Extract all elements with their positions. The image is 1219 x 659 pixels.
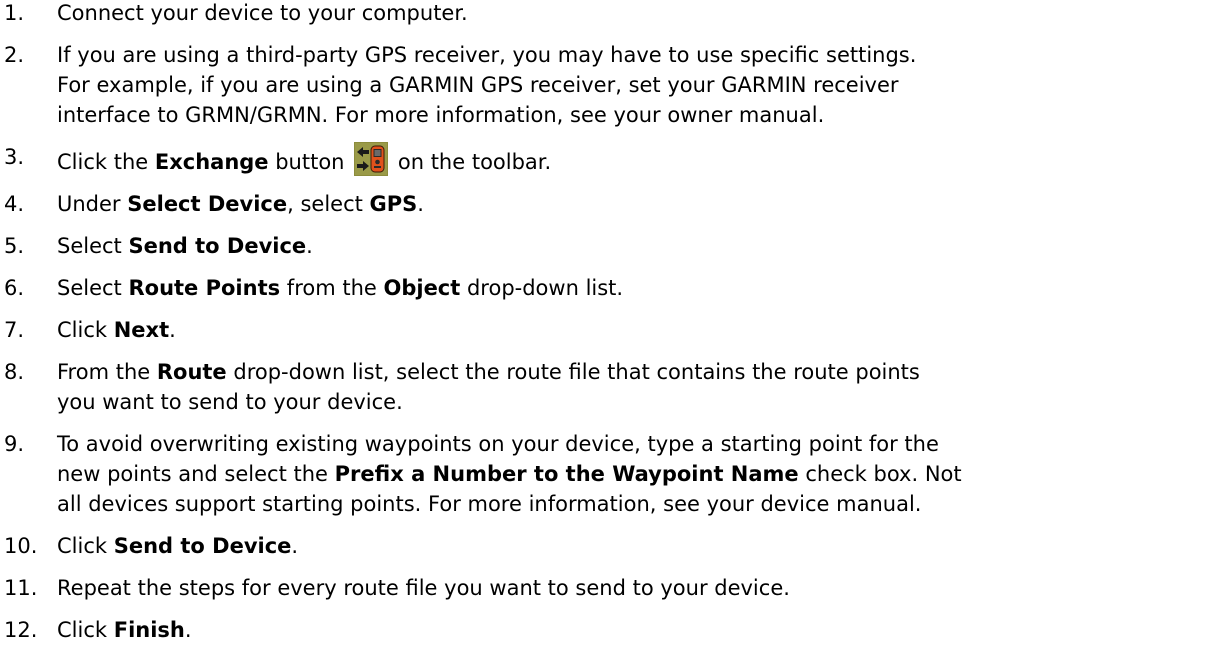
text-run: Under xyxy=(57,192,128,216)
text-run: from the xyxy=(280,276,384,300)
ui-term: Route Points xyxy=(128,276,281,300)
step-number: 9. xyxy=(4,432,25,456)
step-text: Click Finish. xyxy=(57,615,1219,645)
instruction-steps: 1. Connect your device to your computer.… xyxy=(0,0,1219,645)
step-9: 9. To avoid overwriting existing waypoin… xyxy=(0,429,1219,519)
step-line: For example, if you are using a GARMIN G… xyxy=(57,73,899,97)
step-line: Select Route Points from the Object drop… xyxy=(57,273,1199,303)
ui-term: Send to Device xyxy=(113,534,292,558)
step-3: 3. Click the Exchange button on the tool… xyxy=(0,142,1219,177)
step-number: 10. xyxy=(4,534,38,558)
text-run: Click the xyxy=(57,150,155,174)
text-run: To avoid overwriting existing waypoints … xyxy=(57,432,939,456)
step-line: Connect your device to your computer. xyxy=(57,1,468,25)
text-run: Click xyxy=(57,318,114,342)
step-line: Repeat the steps for every route file yo… xyxy=(57,573,1199,603)
step-number: 4. xyxy=(4,192,25,216)
step-line: To avoid overwriting existing waypoints … xyxy=(57,429,1199,459)
ui-term: Finish xyxy=(113,618,185,642)
step-line: If you are using a third-party GPS recei… xyxy=(57,43,917,67)
step-number: 12. xyxy=(4,618,38,642)
step-number: 7. xyxy=(4,318,25,342)
step-text: Connect your device to your computer. xyxy=(57,0,1219,28)
step-2: 2. If you are using a third-party GPS re… xyxy=(0,40,1219,130)
step-11: 11. Repeat the steps for every route fil… xyxy=(0,573,1219,603)
text-run: , select xyxy=(287,192,370,216)
step-number: 6. xyxy=(4,276,25,300)
text-run: . xyxy=(417,192,424,216)
text-run: on the toolbar. xyxy=(391,150,552,174)
step-number: 8. xyxy=(4,360,25,384)
step-line: you want to send to your device. xyxy=(57,387,1199,417)
step-text: Select Route Points from the Object drop… xyxy=(57,273,1219,303)
step-line: Click the Exchange button on the toolbar… xyxy=(57,142,1199,177)
ui-term: Select Device xyxy=(127,192,288,216)
text-run: drop-down list, select the route file th… xyxy=(226,360,920,384)
step-number: 11. xyxy=(4,576,38,600)
step-line: Under Select Device, select GPS. xyxy=(57,189,1199,219)
ui-term: Exchange xyxy=(154,150,269,174)
step-5: 5. Select Send to Device. xyxy=(0,231,1219,261)
text-run: . xyxy=(184,618,192,642)
text-run: new points and select the xyxy=(57,462,335,486)
text-run: Repeat the steps for every route file yo… xyxy=(57,576,790,600)
exchange-device-icon xyxy=(354,142,389,176)
text-run: button xyxy=(268,150,345,174)
text-run: check box. Not xyxy=(798,462,962,486)
step-text: Click the Exchange button on the toolbar… xyxy=(57,142,1219,177)
step-text: If you are using a third-party GPS recei… xyxy=(57,40,1219,130)
step-8: 8. From the Route drop-down list, select… xyxy=(0,357,1219,417)
ui-term: Next xyxy=(113,318,170,342)
text-run: From the xyxy=(57,360,157,384)
text-run: . xyxy=(291,534,299,558)
step-line: From the Route drop-down list, select th… xyxy=(57,357,1199,387)
step-line: Click Finish. xyxy=(57,615,1199,645)
step-4: 4. Under Select Device, select GPS. xyxy=(0,189,1219,219)
step-text: Repeat the steps for every route file yo… xyxy=(57,573,1219,603)
ui-term: Object xyxy=(383,276,461,300)
step-number: 2. xyxy=(4,43,25,67)
text-run: Select xyxy=(57,234,129,258)
step-7: 7. Click Next. xyxy=(0,315,1219,345)
step-text: To avoid overwriting existing waypoints … xyxy=(57,429,1219,519)
step-number: 5. xyxy=(4,234,25,258)
step-line: Click Send to Device. xyxy=(57,531,1199,561)
ui-term: Route xyxy=(156,360,227,384)
text-run: all devices support starting points. For… xyxy=(57,492,922,516)
ui-term: Send to Device xyxy=(128,234,307,258)
text-run: Click xyxy=(57,618,114,642)
step-line: Click Next. xyxy=(57,315,1199,345)
step-line: Select Send to Device. xyxy=(57,231,1199,261)
step-text: Under Select Device, select GPS. xyxy=(57,189,1219,219)
step-number: 1. xyxy=(4,1,25,25)
step-10: 10. Click Send to Device. xyxy=(0,531,1219,561)
text-run: drop-down list. xyxy=(460,276,624,300)
ui-term: Prefix a Number to the Waypoint Name xyxy=(334,462,799,486)
text-run: you want to send to your device. xyxy=(57,390,403,414)
text-run: . xyxy=(306,234,313,258)
ui-term: GPS xyxy=(369,192,418,216)
step-6: 6. Select Route Points from the Object d… xyxy=(0,273,1219,303)
text-run: Click xyxy=(57,534,114,558)
step-line: all devices support starting points. For… xyxy=(57,489,1199,519)
step-line: new points and select the Prefix a Numbe… xyxy=(57,459,1199,489)
step-text: From the Route drop-down list, select th… xyxy=(57,357,1219,417)
text-run: . xyxy=(169,318,176,342)
step-text: Select Send to Device. xyxy=(57,231,1219,261)
step-1: 1. Connect your device to your computer. xyxy=(0,0,1219,28)
step-text: Click Next. xyxy=(57,315,1219,345)
text-run: Select xyxy=(57,276,129,300)
step-text: Click Send to Device. xyxy=(57,531,1219,561)
step-line: interface to GRMN/GRMN. For more informa… xyxy=(57,103,825,127)
step-number: 3. xyxy=(4,145,25,169)
step-12: 12. Click Finish. xyxy=(0,615,1219,645)
